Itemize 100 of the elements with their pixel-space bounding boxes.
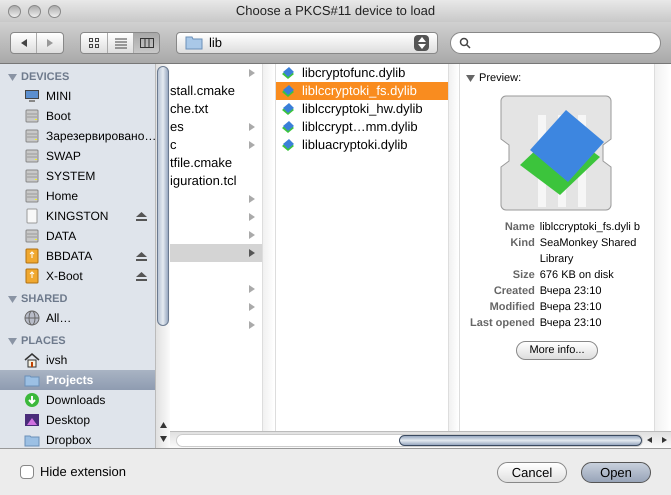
cancel-button[interactable]: Cancel: [497, 462, 567, 482]
vertical-scrollbar[interactable]: [155, 64, 170, 448]
checkbox-label: Hide extension: [40, 463, 126, 482]
property-label: Modified: [488, 300, 535, 314]
arrow-icon: [248, 195, 256, 203]
file-row[interactable]: iguration.tcl: [170, 172, 262, 190]
sidebar-item[interactable]: SWAP: [0, 146, 155, 166]
hard-drive-icon: [24, 168, 40, 184]
search-icon: [459, 36, 471, 48]
desktop-icon: [24, 412, 40, 428]
books-icon: [280, 101, 296, 117]
hard-drive-icon: [24, 108, 40, 124]
property-label: Size: [512, 268, 535, 282]
sidebar-item[interactable]: Downloads: [0, 390, 155, 410]
disclosure-triangle-icon[interactable]: [8, 336, 17, 346]
sidebar-item[interactable]: All…: [0, 308, 155, 328]
sidebar-item[interactable]: Home: [0, 186, 155, 206]
navigation-control[interactable]: [10, 32, 64, 54]
location-dropdown[interactable]: lib: [176, 32, 438, 54]
hard-drive-icon: [24, 128, 40, 144]
property-value: SeaMonkey Shared Library: [540, 236, 638, 266]
section-header: SHARED: [21, 292, 68, 307]
icon-view-icon: [88, 36, 100, 48]
sidebar-item[interactable]: MINI: [0, 86, 155, 106]
hard-drive-icon: [24, 188, 40, 204]
sidebar-item[interactable]: Boot: [0, 106, 155, 126]
sidebar-item[interactable]: KINGSTON: [0, 206, 155, 226]
list-view-icon: [114, 36, 126, 48]
file-row[interactable]: liblccryptoki_hw.dylib: [276, 100, 448, 118]
back-icon: [20, 38, 28, 46]
arrow-icon: [248, 123, 256, 131]
sidebar-item[interactable]: Desktop: [0, 410, 155, 430]
scroll-thumb[interactable]: [157, 66, 169, 326]
file-row[interactable]: libluacryptoki.dylib: [276, 136, 448, 154]
file-row[interactable]: che.txt: [170, 100, 262, 118]
property-value: Вчера 23:10: [540, 284, 602, 298]
disclosure-triangle-icon[interactable]: [8, 72, 17, 82]
file-row[interactable]: liblccrypt…mm.dylib: [276, 118, 448, 136]
property-value: 676 KB on disk: [540, 268, 615, 282]
disclosure-icon[interactable]: [466, 74, 475, 83]
property-value: Вчера 23:10: [540, 316, 602, 330]
property-value: Вчера 23:10: [540, 300, 602, 314]
eject-icon[interactable]: [136, 252, 147, 260]
sidebar-item[interactable]: Dropbox: [0, 430, 155, 448]
section-header: DEVICES: [21, 70, 70, 85]
sidebar-item[interactable]: BBDATA: [0, 246, 155, 266]
books-icon: [280, 119, 296, 135]
arrow-icon: [248, 141, 256, 149]
arrow-icon: [248, 231, 256, 239]
property-label: Name: [504, 220, 535, 234]
window-control-icon[interactable]: [28, 4, 41, 18]
file-row[interactable]: tfile.cmake: [170, 154, 262, 172]
globe-icon: [24, 310, 40, 326]
stepper-icon: [414, 34, 429, 50]
preview-title: Preview:: [479, 71, 522, 86]
property-value: liblccryptoki_fs.dyli b: [540, 220, 642, 234]
property-label: Created: [492, 284, 535, 298]
books-icon: [280, 137, 296, 153]
arrow-icon: [248, 285, 256, 293]
column-view-icon: [140, 36, 154, 48]
folder-icon: [185, 35, 203, 50]
sidebar-item[interactable]: DATA: [0, 226, 155, 246]
open-button[interactable]: Open: [581, 462, 651, 482]
section-header: PLACES: [21, 334, 66, 349]
books-icon: [280, 83, 296, 99]
search-field[interactable]: [450, 32, 661, 54]
view-mode-button[interactable]: [107, 32, 133, 52]
sidebar-item[interactable]: SYSTEM: [0, 166, 155, 186]
eject-icon[interactable]: [136, 212, 147, 220]
sidebar-item[interactable]: Зарезервировано…: [0, 126, 155, 146]
drive-icon: [24, 208, 40, 224]
property-label: Kind: [509, 236, 535, 250]
eject-icon[interactable]: [136, 272, 147, 280]
view-mode-button[interactable]: [81, 32, 107, 52]
sidebar-item[interactable]: X-Boot: [0, 266, 155, 286]
books-icon: [280, 65, 296, 81]
window-control-icon[interactable]: [8, 4, 21, 18]
arrow-icon: [248, 303, 256, 311]
usb-drive-icon: [24, 248, 40, 264]
file-row[interactable]: es: [170, 118, 262, 136]
file-row[interactable]: libcryptofunc.dylib: [276, 64, 448, 82]
arrow-icon: [248, 213, 256, 221]
hard-drive-icon: [24, 148, 40, 164]
view-switcher[interactable]: [80, 32, 160, 54]
file-row[interactable]: stall.cmake: [170, 82, 262, 100]
arrow-icon: [248, 249, 256, 257]
hard-drive-icon: [24, 228, 40, 244]
disclosure-triangle-icon[interactable]: [8, 294, 17, 304]
arrow-icon: [248, 321, 256, 329]
checkbox[interactable]: [20, 465, 34, 479]
view-mode-button[interactable]: [133, 32, 159, 52]
computer-icon: [24, 88, 40, 104]
sidebar-item[interactable]: ivsh: [0, 350, 155, 370]
more-info-button[interactable]: More info...: [516, 340, 598, 360]
horizontal-scrollbar[interactable]: [170, 431, 671, 448]
window-title: Choose a PKCS#11 device to load: [234, 2, 436, 20]
file-row[interactable]: c: [170, 136, 262, 154]
scroll-thumb[interactable]: [399, 434, 642, 446]
house-icon: [24, 352, 40, 368]
window-control-icon[interactable]: [48, 4, 61, 18]
